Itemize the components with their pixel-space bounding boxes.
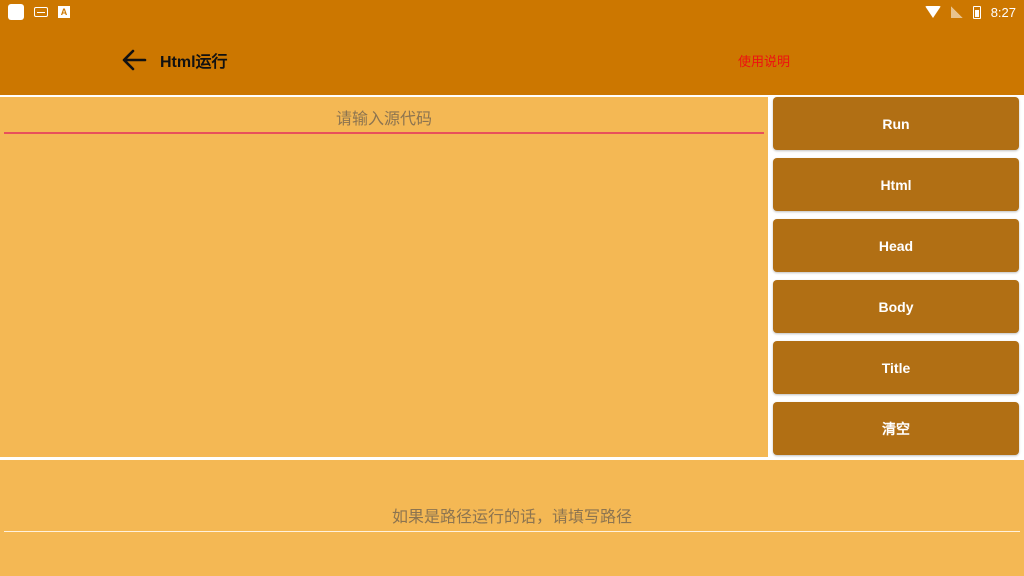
status-left-icons: A (8, 4, 70, 20)
body-button[interactable]: Body (773, 280, 1019, 333)
source-editor-panel (0, 97, 768, 457)
app-square-icon (8, 4, 24, 20)
a-letter-icon: A (58, 6, 70, 18)
path-input[interactable] (4, 502, 1020, 532)
html-button[interactable]: Html (773, 158, 1019, 211)
status-time: 8:27 (990, 4, 1016, 20)
wifi-icon (924, 6, 941, 18)
clear-button[interactable]: 清空 (773, 402, 1019, 455)
no-signal-icon (950, 6, 963, 18)
page-title: Html运行 (160, 54, 228, 71)
head-button[interactable]: Head (773, 219, 1019, 272)
title-button[interactable]: Title (773, 341, 1019, 394)
source-code-input[interactable] (4, 104, 764, 134)
back-button[interactable] (120, 46, 148, 74)
run-button[interactable]: Run (773, 97, 1019, 150)
status-bar: A 8:27 (0, 0, 1024, 24)
arrow-left-icon (122, 49, 147, 71)
app-bar: Html运行 使用说明 (0, 24, 1024, 95)
help-link[interactable]: 使用说明 (738, 51, 790, 70)
status-right-icons: 8:27 (924, 4, 1016, 20)
keyboard-icon (34, 7, 48, 17)
battery-charging-icon (972, 5, 981, 19)
